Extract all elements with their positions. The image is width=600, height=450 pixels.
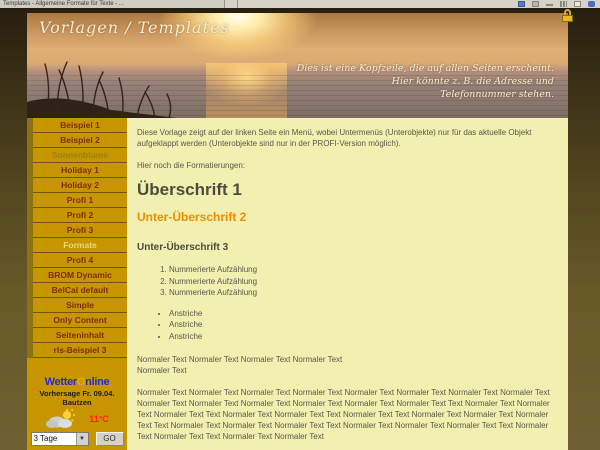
- chevron-down-icon[interactable]: ▼: [76, 433, 88, 445]
- sidebar-item-profi-2[interactable]: Profi 2: [33, 208, 127, 223]
- partly-cloudy-icon: [45, 409, 77, 429]
- forecast-date: Vorhersage Fr. 09.04.: [27, 389, 127, 398]
- minimize-icon[interactable]: [546, 1, 553, 6]
- page-icon[interactable]: [574, 1, 581, 7]
- normal-text-paragraph-2: Normaler Text Normaler Text Normaler Tex…: [137, 387, 558, 442]
- bullet-list: Anstriche Anstriche Anstriche: [137, 308, 558, 343]
- header-sunset-image: Vorlagen / Templates Dies ist eine Kopfz…: [27, 13, 568, 118]
- wetteronline-logo[interactable]: WetterOnline: [27, 376, 127, 388]
- bullet-list-item: Anstriche: [169, 331, 558, 343]
- formats-intro: Hier noch die Formatierungen:: [137, 160, 558, 171]
- sidebar-item-belcal-default[interactable]: BelCal default: [33, 283, 127, 298]
- bullet-list-item: Anstriche: [169, 308, 558, 320]
- header-tagline: Dies ist eine Kopfzeile, die auf allen S…: [297, 62, 554, 101]
- sidebar-item-profi-3[interactable]: Profi 3: [33, 223, 127, 238]
- weather-widget: WetterOnline Vorhersage Fr. 09.04. Bautz…: [27, 376, 127, 450]
- go-button[interactable]: GO: [96, 432, 124, 446]
- help-icon[interactable]: [588, 1, 595, 7]
- page-background: Vorlagen / Templates Dies ist eine Kopfz…: [0, 8, 600, 450]
- sun-o-icon: O: [77, 376, 85, 388]
- sidebar-item-brom-dynamic[interactable]: BROM Dynamic: [33, 268, 127, 283]
- site-title: Vorlagen / Templates: [39, 18, 230, 37]
- beach-grass-silhouette: [27, 56, 257, 118]
- sidebar-item-holiday-2[interactable]: Holiday 2: [33, 178, 127, 193]
- numbered-list: Nummerierte Aufzählung Nummerierte Aufzä…: [137, 264, 558, 299]
- sidebar-item-profi-4[interactable]: Profi 4: [33, 253, 127, 268]
- grid-icon[interactable]: [560, 1, 567, 7]
- heading-1: Überschrift 1: [137, 184, 558, 195]
- sidebar-item-formate[interactable]: Formate: [33, 238, 127, 253]
- sidebar-item-simple[interactable]: Simple: [33, 298, 127, 313]
- selected-period: 3 Tage: [32, 433, 76, 445]
- sidebar-item-profi-1[interactable]: Profi 1: [33, 193, 127, 208]
- heading-3: Unter-Überschrift 3: [137, 242, 558, 253]
- sidebar-menu: Beispiel 1 Beispiel 2 Sonnenblume Holida…: [27, 118, 127, 358]
- normal-text-paragraph-1: Normaler Text Normaler Text Normaler Tex…: [137, 354, 558, 376]
- intro-paragraph: Diese Vorlage zeigt auf der linken Seite…: [137, 127, 558, 149]
- sidebar: Beispiel 1 Beispiel 2 Sonnenblume Holida…: [27, 118, 127, 450]
- sidebar-item-seiteninhalt[interactable]: Seiteninhalt: [33, 328, 127, 343]
- numbered-list-item: Nummerierte Aufzählung: [169, 276, 558, 288]
- browser-tab[interactable]: Templates - Allgemeine Formate für Texte…: [0, 0, 225, 8]
- sidebar-item-sonnenblume[interactable]: Sonnenblume: [33, 148, 127, 163]
- window-icon[interactable]: [532, 1, 539, 7]
- sidebar-item-beispiel-2[interactable]: Beispiel 2: [33, 133, 127, 148]
- temperature-value: 11°C: [89, 414, 109, 424]
- browser-toolbar-icons: [518, 1, 595, 7]
- numbered-list-item: Nummerierte Aufzählung: [169, 264, 558, 276]
- sidebar-item-beispiel-1[interactable]: Beispiel 1: [33, 118, 127, 133]
- new-tab-button[interactable]: [225, 0, 238, 8]
- sidebar-item-holiday-1[interactable]: Holiday 1: [33, 163, 127, 178]
- main-content: Diese Vorlage zeigt auf der linken Seite…: [127, 118, 568, 450]
- lock-icon: [562, 9, 573, 22]
- forecast-period-select[interactable]: 3 Tage ▼: [31, 432, 89, 446]
- heading-2: Unter-Überschrift 2: [137, 212, 558, 223]
- app-icon[interactable]: [518, 1, 525, 7]
- browser-chrome: Templates - Allgemeine Formate für Texte…: [0, 0, 600, 8]
- sidebar-item-rls-beispiel-3[interactable]: rls-Beispiel 3: [33, 343, 127, 358]
- forecast-city: Bautzen: [27, 398, 127, 407]
- sidebar-item-only-content[interactable]: Only Content: [33, 313, 127, 328]
- numbered-list-item: Nummerierte Aufzählung: [169, 287, 558, 299]
- bullet-list-item: Anstriche: [169, 319, 558, 331]
